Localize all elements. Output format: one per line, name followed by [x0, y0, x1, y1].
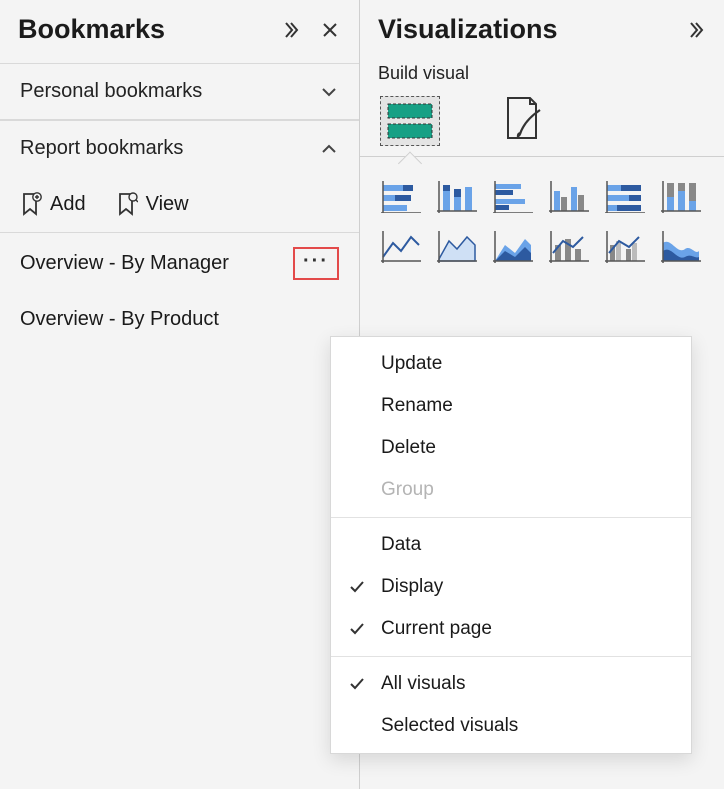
bookmark-item[interactable]: Overview - By Product [0, 294, 359, 345]
view-bookmark-button[interactable]: View [116, 192, 189, 216]
bookmark-item-label: Overview - By Manager [20, 252, 229, 275]
check-icon [347, 579, 367, 595]
ribbon-chart-icon[interactable] [660, 229, 702, 265]
hundred-percent-column-chart-icon[interactable] [660, 179, 702, 215]
clustered-bar-chart-icon[interactable] [492, 179, 534, 215]
bookmark-item[interactable]: Overview - By Manager ··· [0, 233, 359, 294]
menu-data[interactable]: Data [331, 524, 691, 566]
menu-selected-visuals[interactable]: Selected visuals [331, 705, 691, 747]
add-bookmark-button[interactable]: Add [20, 192, 86, 216]
more-options-icon[interactable]: ··· [293, 247, 339, 280]
chevron-up-icon [319, 139, 339, 159]
menu-group: Group [331, 469, 691, 511]
stacked-area-chart-icon[interactable] [492, 229, 534, 265]
personal-bookmarks-section: Personal bookmarks [0, 63, 359, 120]
line-stacked-column-chart-icon[interactable] [548, 229, 590, 265]
collapse-panel-icon[interactable] [684, 19, 706, 41]
bookmarks-header: Bookmarks [0, 0, 359, 63]
visualizations-title: Visualizations [378, 14, 558, 45]
collapse-panel-icon[interactable] [279, 19, 301, 41]
check-icon [347, 621, 367, 637]
check-icon [347, 676, 367, 692]
line-clustered-column-chart-icon[interactable] [604, 229, 646, 265]
personal-bookmarks-label: Personal bookmarks [20, 80, 202, 103]
report-bookmarks-label: Report bookmarks [20, 137, 183, 160]
bookmark-add-icon [20, 192, 42, 216]
stacked-bar-chart-icon[interactable] [380, 179, 422, 215]
bookmark-view-icon [116, 192, 138, 216]
visualizations-header: Visualizations [360, 0, 724, 63]
clustered-column-chart-icon[interactable] [548, 179, 590, 215]
visualization-gallery [360, 157, 724, 287]
bookmarks-title: Bookmarks [18, 14, 165, 45]
format-visual-tab[interactable] [500, 94, 544, 156]
build-visual-tab[interactable] [380, 96, 440, 146]
bookmarks-header-actions [279, 19, 341, 41]
report-bookmarks-actions: Add View [0, 176, 359, 233]
chevron-down-icon [319, 82, 339, 102]
personal-bookmarks-toggle[interactable]: Personal bookmarks [0, 64, 359, 120]
menu-delete[interactable]: Delete [331, 427, 691, 469]
build-visual-label: Build visual [360, 63, 724, 84]
close-icon[interactable] [319, 19, 341, 41]
stacked-column-chart-icon[interactable] [436, 179, 478, 215]
menu-current-page[interactable]: Current page [331, 608, 691, 650]
report-bookmarks-section: Report bookmarks Add View Overview - By … [0, 120, 359, 345]
view-label: View [146, 193, 189, 216]
menu-update[interactable]: Update [331, 343, 691, 385]
add-label: Add [50, 193, 86, 216]
line-chart-icon[interactable] [380, 229, 422, 265]
build-visual-tabs [360, 84, 724, 157]
menu-display[interactable]: Display [331, 566, 691, 608]
menu-all-visuals[interactable]: All visuals [331, 663, 691, 705]
report-bookmarks-toggle[interactable]: Report bookmarks [0, 121, 359, 176]
menu-rename[interactable]: Rename [331, 385, 691, 427]
area-chart-icon[interactable] [436, 229, 478, 265]
bookmarks-panel: Bookmarks Personal bookmarks Report book… [0, 0, 360, 789]
bookmark-context-menu: Update Rename Delete Group Data Display … [330, 336, 692, 754]
bookmark-item-label: Overview - By Product [20, 308, 219, 331]
hundred-percent-bar-chart-icon[interactable] [604, 179, 646, 215]
